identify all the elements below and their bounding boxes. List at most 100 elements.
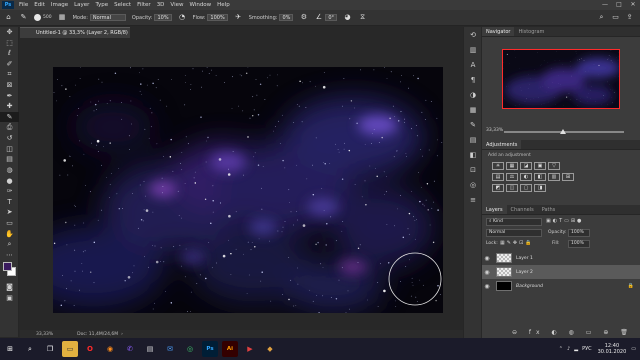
layer-opacity-field[interactable]: 100% bbox=[568, 229, 590, 237]
layer-filter-icons[interactable]: ▣◐T▭⊞● bbox=[546, 218, 583, 224]
media-icon[interactable]: ▶ bbox=[242, 341, 258, 357]
black-white-icon[interactable]: ◐ bbox=[520, 173, 532, 181]
libraries-panel-icon[interactable]: ▤ bbox=[464, 132, 482, 147]
color-lookup-icon[interactable]: ⊞ bbox=[562, 173, 574, 181]
navigator-zoom[interactable]: 33,33% bbox=[486, 128, 503, 133]
brush-settings-icon[interactable]: ▦ bbox=[58, 13, 67, 22]
network-icon[interactable]: ▂ bbox=[574, 346, 578, 352]
styles-panel-icon[interactable]: ◧ bbox=[464, 147, 482, 162]
foreground-color-swatch[interactable] bbox=[3, 262, 12, 272]
hue-saturation-icon[interactable]: ▤ bbox=[492, 173, 504, 181]
layer-actions-bar[interactable]: ⊖ fx ◐ ◍ ▭ ⊕ 🗑 bbox=[512, 329, 633, 336]
opacity-field[interactable]: 10% bbox=[154, 14, 172, 21]
quick-select-tool-icon[interactable]: ✐ bbox=[0, 59, 19, 70]
tab-adjustments[interactable]: Adjustments bbox=[482, 140, 522, 149]
menu-help[interactable]: Help bbox=[217, 2, 230, 8]
brightness-contrast-icon[interactable]: ☀ bbox=[492, 162, 504, 170]
swatches-panel-icon[interactable]: ▦ bbox=[464, 102, 482, 117]
clone-stamp-tool-icon[interactable]: ⎙ bbox=[0, 122, 19, 133]
menu-file[interactable]: File bbox=[19, 2, 28, 8]
flow-field[interactable]: 100% bbox=[207, 14, 228, 21]
curves-icon[interactable]: ◪ bbox=[520, 162, 532, 170]
menu-layer[interactable]: Layer bbox=[74, 2, 89, 8]
zoom-tool-icon[interactable]: ⌕ bbox=[0, 239, 19, 250]
color-panel-icon[interactable]: ◑ bbox=[464, 87, 482, 102]
illustrator-icon[interactable]: Ai bbox=[222, 341, 238, 357]
layer-row[interactable]: ◉ Layer 1 bbox=[482, 251, 640, 265]
marquee-tool-icon[interactable]: ⬚ bbox=[0, 38, 19, 49]
learn-panel-icon[interactable]: ◎ bbox=[464, 177, 482, 192]
pressure-size-icon[interactable]: ◕ bbox=[343, 13, 352, 22]
opera-icon[interactable]: O bbox=[82, 341, 98, 357]
maximize-button[interactable]: □ bbox=[612, 0, 626, 10]
menu-window[interactable]: Window bbox=[189, 2, 211, 8]
levels-icon[interactable]: ▦ bbox=[506, 162, 518, 170]
channel-mixer-icon[interactable]: ▥ bbox=[548, 173, 560, 181]
share-icon[interactable]: ⇪ bbox=[625, 13, 634, 22]
dodge-tool-icon[interactable]: ● bbox=[0, 175, 19, 186]
tab-layers[interactable]: Layers bbox=[482, 205, 507, 214]
smoothing-settings-icon[interactable]: ⚙ bbox=[299, 13, 308, 22]
close-window-button[interactable]: ✕ bbox=[626, 0, 640, 10]
search-icon[interactable]: ⌕ bbox=[597, 13, 606, 22]
glyphs-panel-icon[interactable]: ⊡ bbox=[464, 162, 482, 177]
notifications-icon[interactable]: ▭ bbox=[631, 346, 636, 352]
frame-tool-icon[interactable]: ⊠ bbox=[0, 80, 19, 91]
document-info[interactable]: Doc: 11,4M/24,6M bbox=[77, 332, 118, 337]
symmetry-icon[interactable]: ⧖ bbox=[358, 13, 367, 22]
menu-type[interactable]: Type bbox=[95, 2, 108, 8]
posterize-icon[interactable]: ◫ bbox=[506, 184, 518, 192]
mail-icon[interactable]: ✉ bbox=[162, 341, 178, 357]
screen-mode-icon[interactable]: ▣ bbox=[0, 293, 19, 304]
angle-field[interactable]: 0° bbox=[325, 14, 338, 21]
tab-navigator[interactable]: Navigator bbox=[482, 27, 515, 36]
lasso-tool-icon[interactable]: ℓ bbox=[0, 48, 19, 59]
threshold-icon[interactable]: ▢ bbox=[520, 184, 532, 192]
healing-tool-icon[interactable]: ✚ bbox=[0, 101, 19, 112]
language-indicator[interactable]: РУС bbox=[582, 346, 592, 352]
clock[interactable]: 12:40 30.01.2020 bbox=[598, 343, 627, 355]
app-icon[interactable]: ◆ bbox=[262, 341, 278, 357]
tab-channels[interactable]: Channels bbox=[507, 205, 538, 214]
brush-tool-icon[interactable]: ✎ bbox=[19, 13, 28, 22]
brushes-panel-icon[interactable]: ✎ bbox=[464, 117, 482, 132]
task-view-icon[interactable]: ❐ bbox=[42, 341, 58, 357]
tab-paths[interactable]: Paths bbox=[538, 205, 560, 214]
paragraph-panel-icon[interactable]: ¶ bbox=[464, 72, 482, 87]
color-balance-icon[interactable]: ⚖ bbox=[506, 173, 518, 181]
type-tool-icon[interactable]: T bbox=[0, 197, 19, 208]
zoom-level[interactable]: 33,33% bbox=[36, 332, 53, 337]
layer-row-selected[interactable]: ◉ Layer 2 bbox=[482, 265, 640, 279]
menu-view[interactable]: View bbox=[170, 2, 183, 8]
airbrush-icon[interactable]: ✈ bbox=[234, 13, 243, 22]
menu-image[interactable]: Image bbox=[51, 2, 68, 8]
info-arrow-icon[interactable]: › bbox=[121, 332, 123, 337]
visibility-eye-icon[interactable]: ◉ bbox=[482, 255, 492, 262]
layer-fill-field[interactable]: 100% bbox=[568, 240, 590, 248]
search-icon[interactable]: ⌕ bbox=[22, 341, 38, 357]
windows-icon[interactable]: ⊞ bbox=[2, 341, 18, 357]
vibrance-icon[interactable]: ▽ bbox=[548, 162, 560, 170]
navigator-preview[interactable] bbox=[502, 49, 620, 109]
gradient-tool-icon[interactable]: ▤ bbox=[0, 154, 19, 165]
photoshop-icon[interactable]: Ps bbox=[202, 341, 218, 357]
menu-filter[interactable]: Filter bbox=[137, 2, 151, 8]
menu-select[interactable]: Select bbox=[114, 2, 131, 8]
document-tab[interactable]: Untitled-1 @ 33,3% (Layer 2, RGB/8) * × bbox=[20, 27, 130, 46]
history-panel-icon[interactable]: ⟲ bbox=[464, 27, 482, 42]
firefox-icon[interactable]: ◉ bbox=[102, 341, 118, 357]
tray-chevron-icon[interactable]: ⌃ bbox=[559, 346, 563, 352]
more-tools-icon[interactable]: ⋯ bbox=[0, 249, 19, 260]
character-panel-icon[interactable]: A bbox=[464, 57, 482, 72]
shape-tool-icon[interactable]: ▭ bbox=[0, 218, 19, 229]
lock-icons[interactable]: ▦✎✥⊡🔒 bbox=[500, 240, 534, 246]
path-select-tool-icon[interactable]: ➤ bbox=[0, 207, 19, 218]
properties-panel-icon[interactable]: ▥ bbox=[464, 42, 482, 57]
chrome-icon[interactable]: ◎ bbox=[182, 341, 198, 357]
menu-3d[interactable]: 3D bbox=[157, 2, 165, 8]
quick-mask-icon[interactable]: ◙ bbox=[0, 282, 19, 293]
exposure-icon[interactable]: ▣ bbox=[534, 162, 546, 170]
blur-tool-icon[interactable]: ◍ bbox=[0, 165, 19, 176]
explorer-icon[interactable]: ▤ bbox=[142, 341, 158, 357]
smoothing-field[interactable]: 0% bbox=[279, 14, 294, 21]
